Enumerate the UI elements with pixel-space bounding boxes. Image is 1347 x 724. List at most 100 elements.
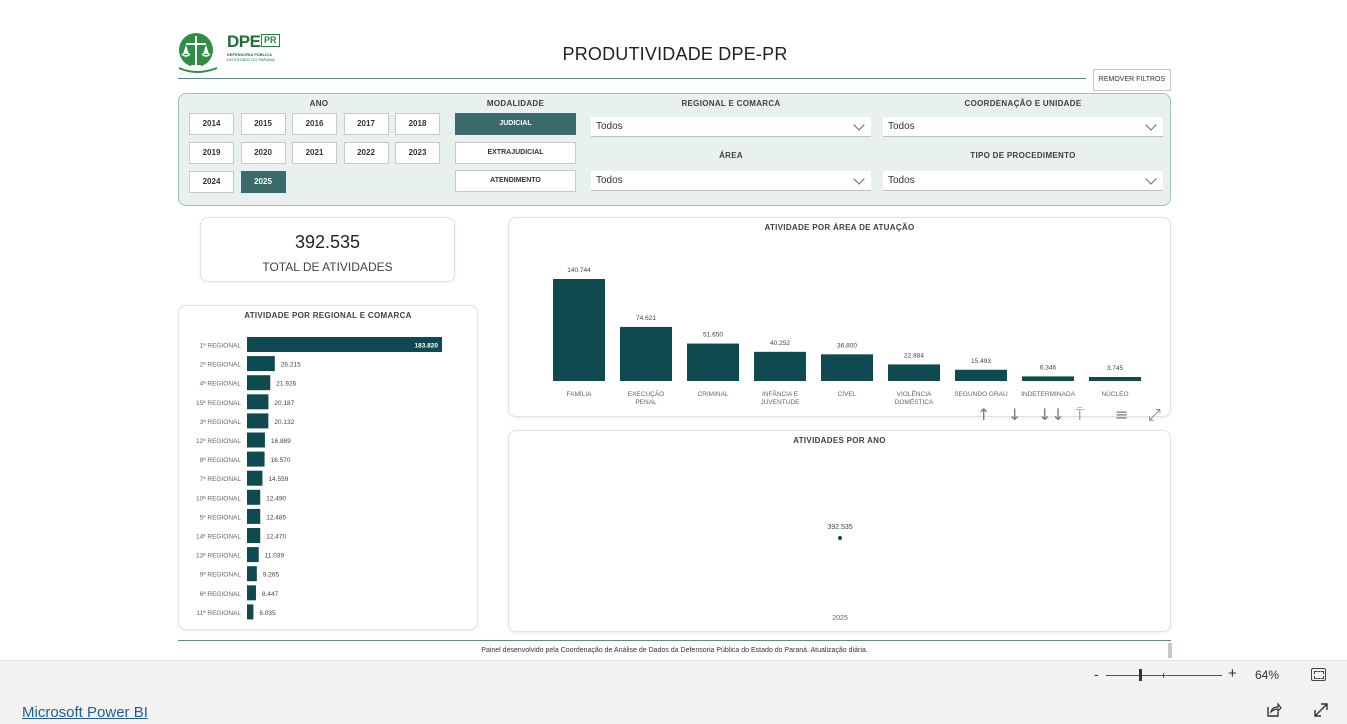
year-button-2015[interactable]: 2015 <box>240 113 286 135</box>
area-category-label: NÚCLEO <box>1101 389 1128 398</box>
year-button-2021[interactable]: 2021 <box>292 142 337 164</box>
regional-bar[interactable] <box>247 451 265 467</box>
area-filter-label: ÁREA <box>719 151 743 160</box>
expand-hierarchy-icon[interactable]: ⍑ <box>1075 405 1085 425</box>
dpe-logo: DPE PR DEFENSORIA PÚBLICA DO ESTADO DO P… <box>177 30 287 76</box>
procedure-type-dropdown-value: Todos <box>888 175 915 186</box>
regional-bar[interactable] <box>247 432 265 448</box>
header-divider <box>178 78 1086 79</box>
regional-dropdown-value: Todos <box>596 121 623 132</box>
modality-button-extrajudicial[interactable]: EXTRAJUDICIAL <box>455 141 576 164</box>
year-button-2016[interactable]: 2016 <box>292 113 337 135</box>
fullscreen-icon[interactable] <box>1312 701 1330 719</box>
year-button-2017[interactable]: 2017 <box>343 113 389 135</box>
area-category-label: EXECUÇÃO <box>628 389 664 398</box>
share-icon[interactable] <box>1266 702 1282 718</box>
area-bar-data-label: 51.650 <box>703 332 723 339</box>
regional-bar-data-label: 16.570 <box>271 457 291 464</box>
area-bar[interactable] <box>955 369 1007 381</box>
zoom-in-button[interactable]: + <box>1228 665 1237 682</box>
modality-button-atendimento[interactable]: ATENDIMENTO <box>455 170 576 192</box>
zoom-out-button[interactable]: - <box>1094 666 1099 682</box>
year-button-2023[interactable]: 2023 <box>395 142 440 164</box>
area-bar[interactable] <box>821 354 873 381</box>
regional-chart-title: ATIVIDADE POR REGIONAL E COMARCA <box>244 311 412 320</box>
year-chart-card[interactable]: ATIVIDADES POR ANO 392.535 2025 <box>508 430 1171 632</box>
area-bar[interactable] <box>1022 376 1074 381</box>
regional-bar[interactable] <box>247 375 271 391</box>
area-bar[interactable] <box>553 279 605 381</box>
modality-button-judicial[interactable]: JUDICIAL <box>455 113 576 135</box>
regional-chart-card[interactable]: ATIVIDADE POR REGIONAL E COMARCA 1ª REGI… <box>178 305 478 630</box>
regional-bar[interactable] <box>247 413 269 429</box>
regional-bar[interactable] <box>247 356 275 372</box>
year-button-2018[interactable]: 2018 <box>395 113 440 135</box>
regional-bar[interactable] <box>247 547 259 563</box>
area-bar[interactable] <box>1089 377 1141 381</box>
area-bar-data-label: 15.493 <box>971 358 991 365</box>
regional-bar[interactable] <box>247 508 261 524</box>
zoom-slider-tick <box>1163 673 1164 678</box>
footer-note: Painel desenvolvido pela Coordenação de … <box>481 647 868 654</box>
area-chart-card[interactable]: ATIVIDADE POR ÁREA DE ATUAÇÃO 140.744 FAM… <box>508 217 1171 417</box>
remove-filters-button[interactable]: REMOVER FILTROS <box>1093 69 1171 91</box>
regional-bar[interactable] <box>247 585 256 601</box>
procedure-type-filter-label: TIPO DE PROCEDIMENTO <box>970 151 1076 160</box>
fit-to-page-icon[interactable] <box>1311 668 1326 681</box>
year-button-2020[interactable]: 2020 <box>240 142 286 164</box>
regional-bar[interactable] <box>247 470 263 486</box>
kpi-value: 392.535 <box>294 232 361 252</box>
area-bar-chart: 140.744 FAMÍLIA 74.621 EXECUÇÃOPENAL 51.650 C… <box>553 267 1141 406</box>
focus-mode-icon[interactable]: ⤢ <box>1148 405 1161 425</box>
regional-category-label: 2ª REGIONAL <box>200 362 242 369</box>
brand-bar: Microsoft Power BI <box>0 688 1347 724</box>
year-button-2022[interactable]: 2022 <box>343 142 389 164</box>
regional-bar-data-label: 8.447 <box>262 591 279 598</box>
zoom-bar: - + 64% <box>0 660 1347 688</box>
procedure-type-dropdown[interactable]: Todos <box>883 171 1163 191</box>
regional-bar[interactable] <box>247 489 261 505</box>
area-chart-title: ATIVIDADE POR ÁREA DE ATUAÇÃO <box>764 223 915 232</box>
area-bar[interactable] <box>620 326 672 381</box>
area-dropdown[interactable]: Todos <box>591 171 871 191</box>
regional-bar[interactable] <box>247 604 254 620</box>
area-category-label: JUVENTUDE <box>760 399 800 406</box>
chevron-down-icon <box>1145 119 1157 131</box>
area-bar[interactable] <box>687 343 739 381</box>
kpi-card[interactable]: 392.535 TOTAL DE ATIVIDADES <box>200 217 455 282</box>
area-bar-data-label: 74.621 <box>636 315 656 322</box>
area-bar[interactable] <box>888 364 940 381</box>
area-bar[interactable] <box>754 351 806 381</box>
regional-bar-chart: 1ª REGIONAL 183.820 2ª REGIONAL 26.215 4ª RE… <box>196 337 442 620</box>
zoom-slider[interactable] <box>1106 675 1222 676</box>
year-button-2019[interactable]: 2019 <box>189 142 234 164</box>
regional-bar[interactable] <box>247 337 442 352</box>
regional-bar[interactable] <box>247 528 261 543</box>
year-data-label: 392.535 <box>827 524 852 531</box>
year-button-2025[interactable]: 2025 <box>240 171 286 193</box>
double-arrow-down-icon[interactable]: ↓↓ <box>1038 405 1065 424</box>
area-bar-data-label: 6.346 <box>1040 364 1057 371</box>
regional-filter-label: REGIONAL E COMARCA <box>681 99 781 108</box>
area-bar-data-label: 3.745 <box>1107 365 1124 372</box>
area-category-label: DOMÉSTICA <box>895 397 934 406</box>
regional-category-label: 6ª REGIONAL <box>200 591 242 598</box>
area-dropdown-value: Todos <box>596 175 623 186</box>
year-button-2014[interactable]: 2014 <box>189 113 234 135</box>
area-bar-data-label: 22.884 <box>904 352 924 359</box>
area-category-label: FAMÍLIA <box>567 389 593 398</box>
regional-bar-data-label: 16.889 <box>271 438 291 445</box>
modality-filter-label: MODALIDADE <box>486 99 545 108</box>
arrow-up-icon[interactable]: ↑ <box>977 405 990 424</box>
coordination-dropdown[interactable]: Todos <box>883 117 1163 137</box>
regional-bar[interactable] <box>247 566 257 582</box>
power-bi-link[interactable]: Microsoft Power BI <box>22 704 148 721</box>
regional-bar-data-label: 20.187 <box>274 400 294 407</box>
year-data-point[interactable] <box>838 536 842 540</box>
filter-icon[interactable]: ≡ <box>1115 405 1128 424</box>
year-button-2024[interactable]: 2024 <box>189 171 234 193</box>
regional-bar[interactable] <box>247 394 269 410</box>
zoom-slider-thumb[interactable] <box>1139 669 1142 681</box>
arrow-down-icon[interactable]: ↓ <box>1008 405 1021 424</box>
regional-dropdown[interactable]: Todos <box>591 117 871 137</box>
